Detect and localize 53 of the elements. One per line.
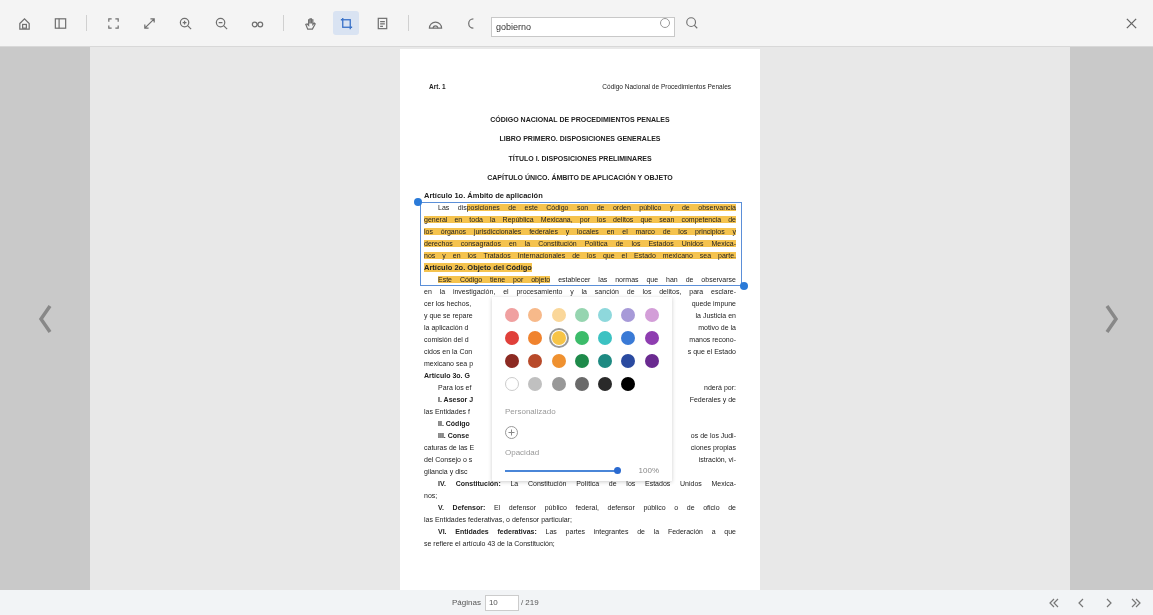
page-total: / 219: [520, 596, 539, 609]
chevron-right-icon[interactable]: [1104, 303, 1119, 334]
color-swatch[interactable]: [621, 308, 636, 322]
opacity-label: Opacidad: [505, 447, 541, 459]
pages-label: Páginas: [452, 596, 481, 609]
search-icon: [685, 16, 699, 30]
color-swatch[interactable]: [505, 377, 519, 391]
color-swatch[interactable]: [551, 308, 566, 322]
double-chevron-left-icon: [1047, 596, 1059, 609]
plus-icon: [508, 429, 515, 436]
diagonal-arrow-icon: [141, 15, 157, 31]
color-swatch[interactable]: [574, 354, 589, 368]
color-swatch[interactable]: [598, 308, 613, 322]
color-swatch[interactable]: [644, 331, 659, 345]
color-swatch[interactable]: [528, 354, 543, 368]
sidebar-icon: [52, 15, 68, 31]
search-field[interactable]: gobierno: [491, 17, 675, 37]
selection-handle[interactable]: [414, 198, 422, 206]
selection-handle[interactable]: [740, 282, 748, 290]
color-swatch[interactable]: [528, 308, 543, 322]
color-swatch[interactable]: [505, 354, 519, 368]
opacity-value: 100%: [638, 465, 659, 477]
selection-box-icon: [338, 15, 354, 31]
page-input[interactable]: 10: [484, 594, 519, 611]
zoom-out-icon: [213, 15, 229, 31]
color-swatch[interactable]: [574, 377, 589, 391]
color-swatch[interactable]: [551, 377, 566, 391]
color-swatch[interactable]: [644, 354, 659, 368]
color-swatch[interactable]: [551, 331, 566, 345]
hand-icon: [302, 15, 318, 31]
zoom-in-icon: [177, 15, 193, 31]
double-chevron-right-icon: [1131, 596, 1143, 609]
custom-label: Personalizado: [505, 406, 557, 418]
color-swatch[interactable]: [574, 308, 589, 322]
color-swatch[interactable]: [621, 354, 636, 368]
color-swatch[interactable]: [598, 331, 613, 345]
color-swatch[interactable]: [528, 331, 543, 345]
toolbar-button[interactable]: [333, 11, 359, 35]
color-swatch[interactable]: [598, 354, 613, 368]
color-swatch[interactable]: [621, 331, 636, 345]
color-swatch[interactable]: [598, 377, 613, 391]
home-icon: [16, 15, 32, 31]
close-icon: [1124, 16, 1138, 30]
color-swatch[interactable]: [528, 377, 543, 391]
color-swatch[interactable]: [505, 308, 519, 322]
color-swatch[interactable]: [505, 331, 519, 345]
color-swatch[interactable]: [574, 331, 589, 345]
fullscreen-icon: [105, 15, 121, 31]
slider-thumb[interactable]: [613, 467, 621, 474]
color-swatch[interactable]: [621, 377, 636, 391]
color-swatch[interactable]: [551, 354, 566, 368]
chevron-left-icon[interactable]: [38, 303, 52, 334]
color-swatch[interactable]: [644, 308, 659, 322]
